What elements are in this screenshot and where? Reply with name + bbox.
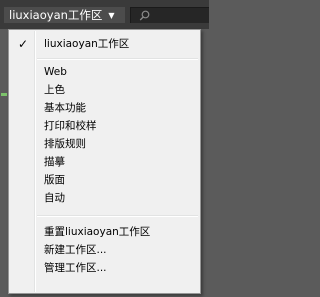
menu-item-label: 排版规则 <box>44 138 86 150</box>
menu-item-new-workspace[interactable]: 新建工作区... <box>11 241 198 259</box>
workspace-switcher-label: liuxiaoyan工作区 <box>9 8 103 22</box>
menu-item-preset-print-proofing[interactable]: 打印和校样 <box>11 117 198 135</box>
menu-item-current-workspace[interactable]: ✓ liuxiaoyan工作区 <box>11 35 198 53</box>
menu-item-preset-tracing[interactable]: 描摹 <box>11 153 198 171</box>
menu-item-label: Web <box>44 66 67 78</box>
menu-item-label: 上色 <box>44 84 65 96</box>
menu-item-label: 版面 <box>44 174 65 186</box>
menu-item-manage-workspaces[interactable]: 管理工作区... <box>11 259 198 277</box>
menu-item-preset-typography[interactable]: 排版规则 <box>11 135 198 153</box>
menu-item-label: liuxiaoyan工作区 <box>44 38 130 50</box>
menu-item-preset-essentials[interactable]: 基本功能 <box>11 99 198 117</box>
menu-item-label: 自动 <box>44 192 65 204</box>
workspace-dropdown-menu: ✓ liuxiaoyan工作区 Web 上色 基本功能 打印和校样 排版规则 描… <box>8 29 201 294</box>
menu-item-label: 新建工作区... <box>44 244 107 256</box>
menu-item-label: 重置liuxiaoyan工作区 <box>44 226 151 238</box>
search-icon <box>139 10 150 21</box>
menu-item-preset-layout[interactable]: 版面 <box>11 171 198 189</box>
menu-item-preset-web[interactable]: Web <box>11 63 198 81</box>
menu-item-label: 打印和校样 <box>44 120 97 132</box>
menu-item-label: 管理工作区... <box>44 262 107 274</box>
menu-item-label: 基本功能 <box>44 102 86 114</box>
background-artifact <box>1 93 7 96</box>
menu-item-preset-automation[interactable]: 自动 <box>11 189 198 207</box>
menu-item-preset-coloring[interactable]: 上色 <box>11 81 198 99</box>
workspace-switcher-button[interactable]: liuxiaoyan工作区 ▼ <box>4 7 125 23</box>
chevron-down-icon: ▼ <box>108 11 115 20</box>
menu-item-reset-workspace[interactable]: 重置liuxiaoyan工作区 <box>11 223 198 241</box>
menu-item-label: 描摹 <box>44 156 65 168</box>
search-input[interactable] <box>130 7 209 23</box>
application-bar: liuxiaoyan工作区 ▼ <box>0 0 209 29</box>
menu-separator <box>37 58 198 60</box>
menu-separator <box>37 215 198 217</box>
checkmark-icon: ✓ <box>18 37 29 51</box>
